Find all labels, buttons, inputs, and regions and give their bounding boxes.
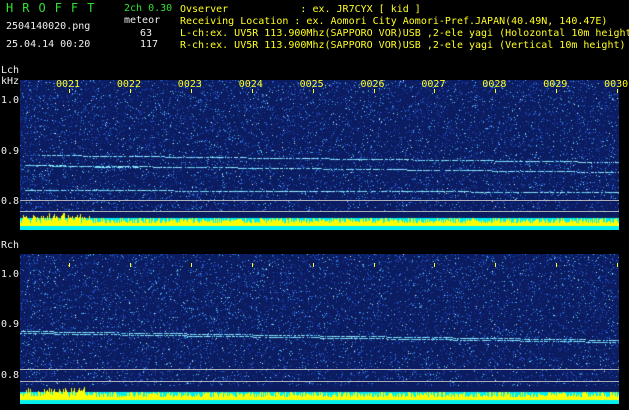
rch-gridline-lower — [20, 381, 619, 382]
time-tick — [312, 263, 314, 267]
time-tick — [617, 89, 619, 93]
rch-gridline-upper — [20, 369, 619, 370]
lch-unit: kHz — [1, 76, 20, 87]
time-tick — [434, 263, 436, 267]
time-tick — [129, 89, 131, 93]
time-tick — [495, 89, 497, 93]
time-tick — [495, 263, 497, 267]
lch-tick-1-0: 1.0 — [1, 95, 20, 106]
mode-label: meteor — [124, 15, 161, 26]
lch-tick-0-9: 0.9 — [1, 146, 20, 157]
rch-tick-0-9: 0.9 — [1, 319, 20, 330]
app-title: HROFFT — [6, 1, 104, 15]
lch-gridline-upper — [20, 200, 619, 201]
time-tick — [69, 89, 70, 93]
time-tick — [556, 263, 558, 267]
time-tick — [373, 89, 375, 93]
time-tick — [434, 89, 436, 93]
lch-label: Lch — [1, 65, 20, 76]
rch-count: 117 — [140, 39, 159, 50]
lch-gridline-lower — [20, 211, 619, 212]
time-tick — [69, 263, 70, 267]
lch-count: 63 — [140, 28, 153, 39]
lch-info-line: L-ch:ex. UV5R 113.900Mhz(SAPPORO VOR)USB… — [180, 28, 629, 39]
rch-tick-0-8: 0.8 — [1, 370, 20, 381]
time-tick — [556, 89, 558, 93]
time-tick — [617, 263, 619, 267]
rch-info-line: R-ch:ex. UV5R 113.900Mhz(SAPPORO VOR)USB… — [180, 40, 626, 51]
lch-spectrogram — [20, 80, 619, 230]
time-tick — [190, 89, 192, 93]
location-line: Receiving Location : ex. Aomori City Aom… — [180, 16, 608, 27]
lch-tick-0-8: 0.8 — [1, 196, 20, 207]
time-tick — [129, 263, 131, 267]
time-tick — [312, 89, 314, 93]
observer-line: Ovserver : ex. JR7CYX [ kid ] — [180, 4, 421, 15]
time-tick — [373, 263, 375, 267]
filename-label: 2504140020.png — [6, 21, 91, 32]
rch-label: Rch — [1, 240, 20, 251]
rch-tick-1-0: 1.0 — [1, 269, 20, 280]
version-label: 2ch 0.30 — [124, 3, 173, 14]
time-tick — [251, 89, 253, 93]
datetime-label: 25.04.14 00:20 — [6, 39, 91, 50]
time-tick — [190, 263, 192, 267]
time-tick — [251, 263, 253, 267]
